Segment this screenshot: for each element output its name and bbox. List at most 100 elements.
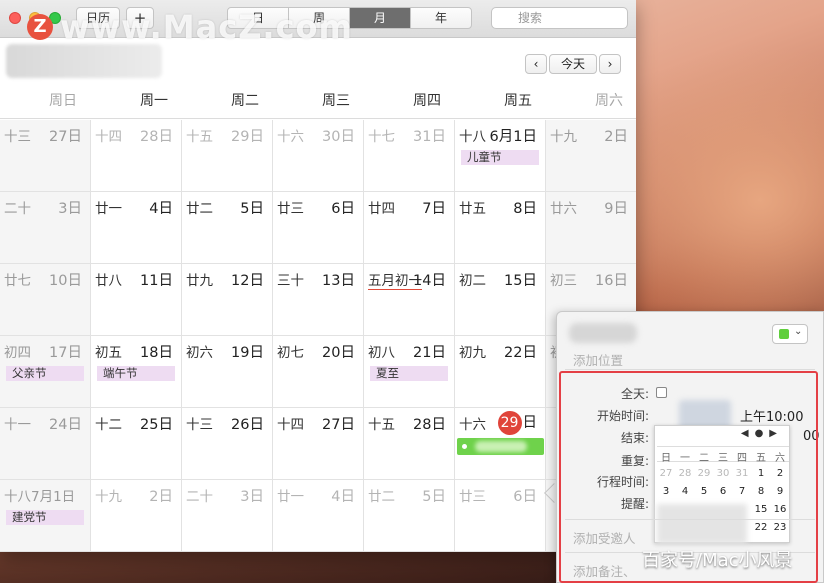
day-cell[interactable]: 初二 15日: [455, 264, 546, 336]
lunar-date: 初二: [459, 273, 486, 289]
day-cell[interactable]: 十八 6月1日 儿童节: [455, 120, 546, 192]
day-number: 24日: [49, 417, 82, 433]
calendar-color-swatch: [779, 329, 789, 339]
day-cell[interactable]: 十四 28日: [91, 120, 182, 192]
day-cell[interactable]: 初九 22日: [455, 336, 546, 408]
lunar-date: 十四: [277, 417, 304, 433]
day-cell[interactable]: 廿二 5日: [364, 480, 455, 552]
site-logo: Z: [27, 14, 53, 40]
day-number: 6日: [331, 201, 355, 217]
day-cell[interactable]: 十六 30日: [273, 120, 364, 192]
day-cell[interactable]: 二十 3日: [0, 192, 91, 264]
day-cell[interactable]: 廿二 5日: [182, 192, 273, 264]
day-suffix: 日: [522, 415, 538, 431]
day-number: 20日: [322, 345, 355, 361]
day-cell[interactable]: 初四 17日 父亲节: [0, 336, 91, 408]
close-window-button[interactable]: [9, 12, 21, 24]
day-cell[interactable]: 廿四 7日: [364, 192, 455, 264]
day-number: 7日: [422, 201, 446, 217]
day-cell[interactable]: 廿一 4日: [91, 192, 182, 264]
holiday-event[interactable]: 端午节: [97, 366, 175, 381]
day-cell[interactable]: 十五 28日: [364, 408, 455, 480]
divider: [565, 519, 815, 520]
lunar-date: 初三: [550, 273, 577, 289]
lunar-date: 二十: [4, 201, 31, 217]
holiday-event[interactable]: 父亲节: [6, 366, 84, 381]
day-cell[interactable]: 初八 21日夏至: [364, 336, 455, 408]
lunar-date: 廿八: [95, 273, 122, 289]
day-cell[interactable]: 廿五 8日: [455, 192, 546, 264]
day-cell[interactable]: 廿一 4日: [273, 480, 364, 552]
lunar-date: 廿二: [368, 489, 395, 505]
watermark-bottom: 百家号/Mac小风景: [642, 550, 793, 571]
day-cell[interactable]: 廿六 9日: [546, 192, 636, 264]
day-number: 5日: [240, 201, 264, 217]
next-month-button[interactable]: ›: [599, 54, 621, 74]
day-cell[interactable]: 初五 18日 端午节: [91, 336, 182, 408]
day-cell[interactable]: 十九 2日: [91, 480, 182, 552]
prev-month-button[interactable]: ‹: [525, 54, 547, 74]
watermark-top: www.MacZ.com: [60, 8, 353, 46]
day-cell[interactable]: 十六 29 日: [455, 408, 546, 480]
day-cell[interactable]: 十九 2日: [546, 120, 636, 192]
day-cell[interactable]: 廿三 6日: [455, 480, 546, 552]
lunar-date: 十六: [277, 129, 304, 145]
day-number: 21日: [413, 345, 446, 361]
lunar-date: 廿四: [368, 201, 395, 217]
lunar-date: 十三: [4, 129, 31, 145]
day-cell[interactable]: 廿八 11日: [91, 264, 182, 336]
day-cell[interactable]: 三十 13日: [273, 264, 364, 336]
day-number: 3日: [58, 201, 82, 217]
weekday-label: 周四: [413, 93, 441, 109]
weekday-header: 周日 周一 周二 周三 周四 周五 周六: [0, 86, 636, 119]
day-cell[interactable]: 十四 27日: [273, 408, 364, 480]
day-number: 17日: [49, 345, 82, 361]
today-button[interactable]: 今天: [549, 54, 597, 74]
view-year-tab[interactable]: 年: [411, 8, 471, 28]
lunar-date: 十四: [95, 129, 122, 145]
calendar-color-picker[interactable]: ⌄: [772, 324, 808, 344]
holiday-event[interactable]: 夏至: [370, 366, 448, 381]
day-number: 27日: [322, 417, 355, 433]
day-cell[interactable]: 初七 20日: [273, 336, 364, 408]
add-invitees-field[interactable]: 添加受邀人: [573, 528, 636, 547]
add-location-field[interactable]: 添加位置: [573, 350, 623, 369]
day-cell[interactable]: 十二 25日: [91, 408, 182, 480]
lunar-date: 初八: [368, 345, 395, 361]
day-cell[interactable]: 十三 26日: [182, 408, 273, 480]
day-number: 19日: [231, 345, 264, 361]
day-cell[interactable]: 十三 27日: [0, 120, 91, 192]
new-event-bar[interactable]: [457, 438, 544, 455]
day-cell[interactable]: 十一 24日: [0, 408, 91, 480]
day-cell[interactable]: 二十 3日: [182, 480, 273, 552]
day-number: 4日: [149, 201, 173, 217]
day-cell[interactable]: 初六 19日: [182, 336, 273, 408]
day-number: 29日: [497, 411, 538, 435]
month-grid: 十三 27日 十四 28日 十五 29日 十六 30日 十七 31日 十八 6月1日 儿童节 十九 2日 二十…: [0, 120, 636, 552]
holiday-event[interactable]: 儿童节: [461, 150, 539, 165]
day-number: 5日: [422, 489, 446, 505]
day-number: 6月1日: [489, 129, 537, 145]
view-month-tab[interactable]: 月: [350, 8, 411, 28]
weekday-label: 周日: [49, 93, 77, 109]
holiday-event[interactable]: 建党节: [6, 510, 84, 525]
day-number: 28日: [413, 417, 446, 433]
day-cell[interactable]: 廿三 6日: [273, 192, 364, 264]
weekday-label: 周二: [231, 93, 259, 109]
event-title-redacted: [475, 441, 527, 452]
lunar-date: 三十: [277, 273, 304, 289]
day-cell[interactable]: 十五 29日: [182, 120, 273, 192]
search-input[interactable]: 搜索: [491, 7, 628, 29]
day-cell[interactable]: 十八7月1日 建党节: [0, 480, 91, 552]
lunar-date: 廿一: [277, 489, 304, 505]
day-number: 26日: [231, 417, 264, 433]
day-cell[interactable]: 廿九 12日: [182, 264, 273, 336]
event-title-redacted[interactable]: [569, 323, 637, 343]
add-notes-field[interactable]: 添加备注、: [573, 561, 636, 580]
weekday-label: 周五: [504, 93, 532, 109]
today-badge: 29: [497, 411, 522, 435]
day-cell[interactable]: 五月初一 14日: [364, 264, 455, 336]
divider: [565, 369, 815, 370]
day-cell[interactable]: 十七 31日: [364, 120, 455, 192]
day-cell[interactable]: 廿七 10日: [0, 264, 91, 336]
